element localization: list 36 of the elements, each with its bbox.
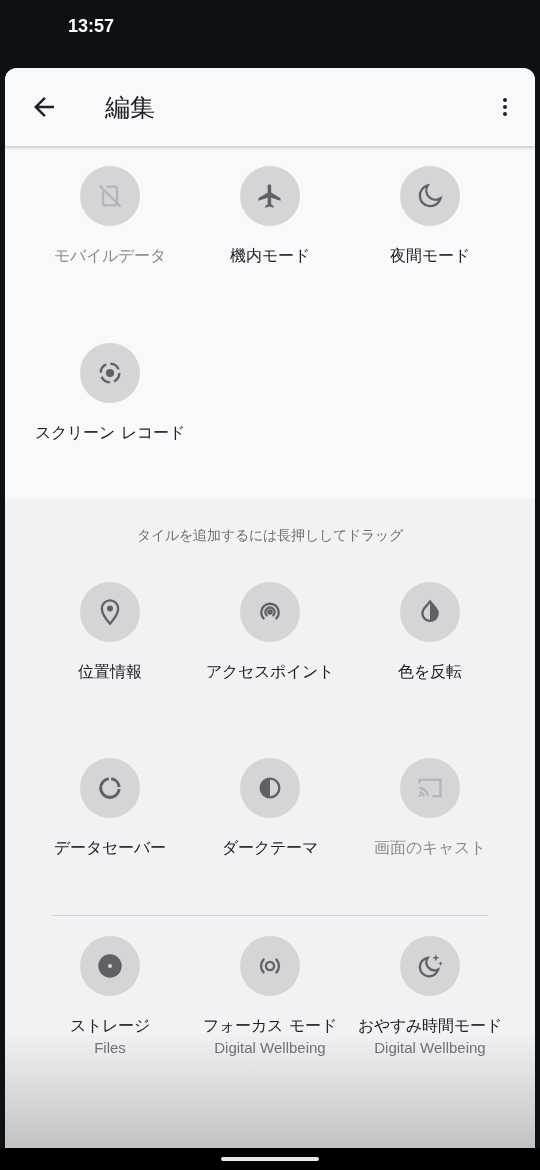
tile-button[interactable]	[400, 582, 460, 642]
page-title: 編集	[105, 91, 156, 124]
tile-label: アクセスポイント	[206, 662, 334, 683]
tile-label: ダークテーマ	[222, 838, 318, 859]
tile-subtitle: Digital Wellbeing	[214, 1039, 326, 1056]
tile-label: 夜間モード	[390, 246, 470, 267]
tile-subtitle: Digital Wellbeing	[374, 1039, 486, 1056]
drag-hint: タイルを追加するには長押ししてドラッグ	[136, 527, 404, 545]
tile-button[interactable]	[400, 936, 460, 996]
tile-button[interactable]	[240, 758, 300, 818]
tile-button[interactable]	[240, 936, 300, 996]
tile-label: 画面のキャスト	[374, 838, 486, 859]
tile-button[interactable]	[80, 758, 140, 818]
tile-label: 位置情報	[78, 662, 142, 683]
tile-button[interactable]	[80, 936, 140, 996]
tile-button[interactable]	[240, 166, 300, 226]
broken-ring-icon	[96, 774, 124, 802]
tile-label: 機内モード	[230, 246, 310, 267]
tile-button[interactable]	[400, 166, 460, 226]
tile-label: おやすみ時間モード	[358, 1016, 502, 1037]
tile-label: フォーカス モード	[203, 1016, 337, 1037]
tile-button[interactable]	[80, 343, 140, 403]
status-time: 13:57	[68, 15, 115, 37]
no-sim-icon	[96, 182, 124, 210]
airplane-icon	[256, 182, 284, 210]
tile-button[interactable]	[240, 582, 300, 642]
moon-stars-icon	[416, 952, 444, 980]
tile-label: 色を反転	[398, 662, 462, 683]
tile-label: モバイルデータ	[54, 246, 166, 267]
disc-icon	[96, 952, 124, 980]
tile-subtitle: Files	[94, 1039, 126, 1056]
tile-label: ストレージ	[70, 1016, 150, 1037]
moon-icon	[416, 182, 444, 210]
tile-label: データセーバー	[54, 838, 166, 859]
tile-button[interactable]	[80, 582, 140, 642]
tile-label: スクリーン レコード	[35, 423, 185, 444]
